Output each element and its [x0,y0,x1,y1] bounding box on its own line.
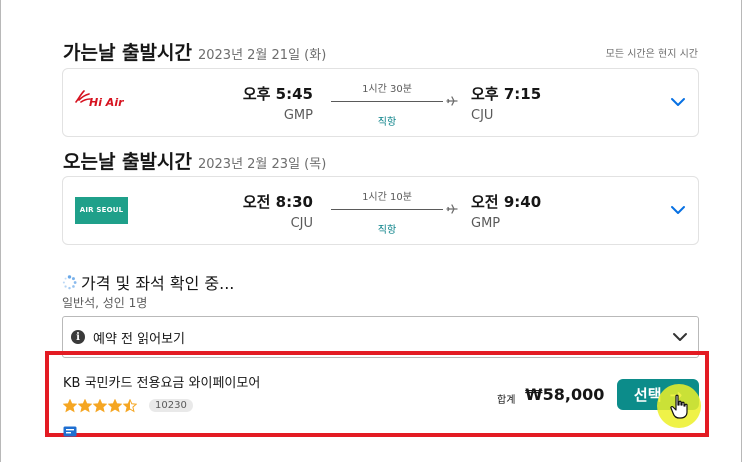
provider-name[interactable]: KB 국민카드 전용요금 와이페이모어 [63,372,260,391]
ticket-icon [63,426,77,437]
inbound-departure: 오전 8:30 CJU [243,191,313,231]
outbound-arr-time: 오후 7:15 [471,85,542,103]
chevron-down-icon[interactable] [672,331,688,343]
chevron-down-icon[interactable] [670,96,686,108]
read-before-booking-label: 예약 전 읽어보기 [93,331,185,347]
inbound-arr-time: 오전 9:40 [471,193,542,211]
outbound-stops: 직항 [377,117,397,128]
price-loading-status: 가격 및 좌석 확인 중... [62,270,234,294]
info-icon: i [71,330,85,344]
inbound-duration: 1시간 10분 [362,192,412,203]
plane-icon [446,204,458,214]
inbound-arrival: 오전 9:40 GMP [471,191,541,231]
hand-pointer-icon [670,394,688,419]
inbound-dep-code: CJU [290,216,313,231]
outbound-dep-time: 오후 5:45 [242,85,313,103]
inbound-route: 1시간 10분 직항 [331,188,458,238]
timezone-note: 모든 시간은 현지 시간 [605,49,698,60]
inbound-header: 오는날 출발시간 2023년 2월 23일 (목) [63,147,703,174]
offer-row: KB 국민카드 전용요금 와이페이모어 10230 합계 ₩58,000 선택 … [45,351,709,437]
route-line [331,209,443,210]
booking-panel: 가는날 출발시간 2023년 2월 21일 (화) 모든 시간은 현지 시간 H… [0,0,742,462]
inbound-date: 2023년 2월 23일 (목) [197,157,327,172]
inbound-flight-card[interactable]: AIR SEOUL 오전 8:30 CJU 1시간 10분 직항 오전 9:40… [62,176,699,245]
airseoul-logo-text: AIR SEOUL [75,196,128,224]
outbound-dep-code: GMP [283,108,313,123]
inbound-dep-time: 오전 8:30 [242,193,313,211]
star-rating [63,399,137,413]
star-full-icon [63,399,77,413]
offer-price: ₩58,000 [525,385,605,404]
hiair-logo: Hi Air [75,85,141,119]
outbound-route: 1시간 30분 직항 [331,80,458,130]
outbound-title: 가는날 출발시간 [63,42,192,64]
loading-text: 가격 및 좌석 확인 중... [81,274,235,293]
mouse-cursor [657,384,701,428]
outbound-arr-code: CJU [471,108,494,123]
review-count-badge: 10230 [149,399,193,412]
outbound-departure: 오후 5:45 GMP [243,83,313,123]
outbound-date: 2023년 2월 21일 (화) [197,48,327,63]
outbound-duration: 1시간 30분 [362,84,412,95]
star-half-icon [123,399,137,413]
inbound-stops: 직항 [377,225,397,236]
chevron-down-icon[interactable] [670,204,686,216]
spinner-icon [62,274,77,289]
star-full-icon [93,399,107,413]
star-full-icon [78,399,92,413]
hiair-logo-text: Hi Air [89,95,124,109]
hiair-bird-icon [75,89,91,103]
airseoul-logo: AIR SEOUL [75,193,141,227]
passenger-info: 일반석, 성인 1명 [62,296,148,310]
inbound-arr-code: GMP [471,216,501,231]
inbound-title: 오는날 출발시간 [63,151,192,173]
outbound-flight-card[interactable]: Hi Air 오후 5:45 GMP 1시간 30분 직항 오후 7:15 CJ… [62,68,699,137]
route-line [331,101,443,102]
star-full-icon [108,399,122,413]
outbound-arrival: 오후 7:15 CJU [471,83,541,123]
plane-icon [446,96,458,106]
total-label: 합계 [497,395,516,406]
